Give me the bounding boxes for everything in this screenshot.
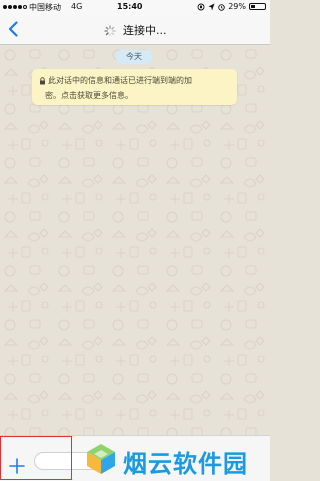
clock: 15:40 <box>117 2 143 11</box>
attach-plus-button[interactable] <box>7 456 27 476</box>
alarm-icon <box>218 3 225 11</box>
location-icon <box>208 3 215 10</box>
signal-strength-icon <box>3 5 27 9</box>
battery-level <box>251 5 255 8</box>
battery-percentage: 29% <box>228 2 246 11</box>
watermark-text: 烟云软件园 <box>123 450 248 478</box>
encryption-notice-line1-row: 此对话中的信息和通话已进行端到端的加 <box>39 75 192 86</box>
network-type: 4G <box>71 2 83 11</box>
loading-spinner-icon <box>103 25 116 37</box>
status-right-group: 29% <box>197 2 266 11</box>
date-separator: 今天 <box>116 50 152 64</box>
nav-title-group: 连接中... <box>0 22 270 38</box>
navigation-bar: 连接中... <box>0 16 270 45</box>
orientation-lock-icon <box>197 3 205 10</box>
nav-title: 连接中... <box>123 24 167 37</box>
encryption-notice[interactable]: 此对话中的信息和通话已进行端到端的加 密。点击获取更多信息。 <box>32 69 237 105</box>
encryption-notice-line1: 此对话中的信息和通话已进行端到端的加 <box>48 76 192 85</box>
battery-icon <box>249 3 266 10</box>
carrier-name: 中国移动 <box>29 3 61 12</box>
encryption-notice-line2: 密。点击获取更多信息。 <box>45 91 133 100</box>
watermark: 烟云软件园 <box>78 440 268 480</box>
lock-icon <box>40 76 45 84</box>
status-bar: 中国移动 4G 15:40 29% <box>0 0 270 16</box>
watermark-cube-logo <box>87 444 115 474</box>
